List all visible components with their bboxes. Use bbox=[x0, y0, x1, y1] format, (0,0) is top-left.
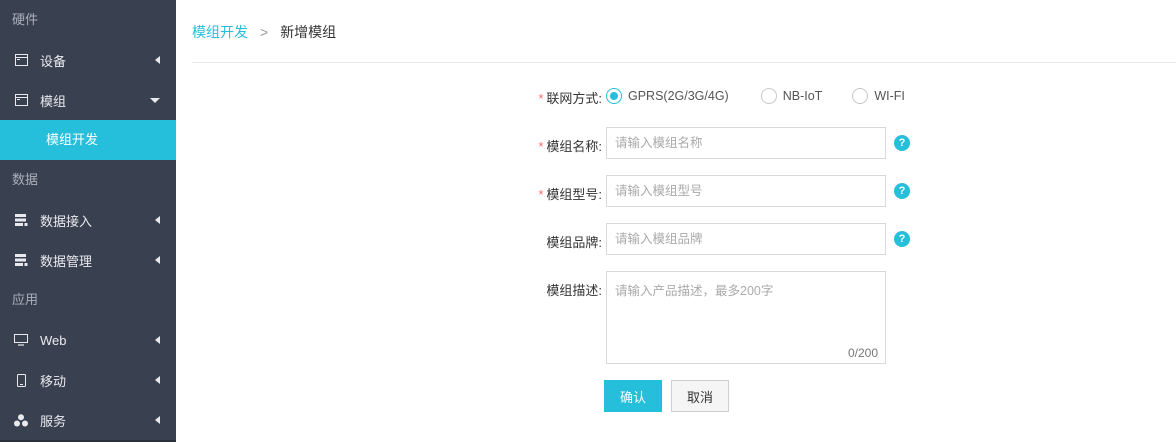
sidebar-item-label: Web bbox=[40, 332, 67, 348]
required-mark: * bbox=[538, 187, 544, 202]
radio-gprs-label: GPRS(2G/3G/4G) bbox=[628, 89, 729, 103]
sidebar-item-label: 移动 bbox=[40, 373, 67, 389]
description-label: 模组描述: bbox=[492, 280, 602, 299]
network-label: * 联网方式: bbox=[492, 88, 602, 107]
chevron-left-icon bbox=[155, 416, 160, 424]
sidebar-section-app: 应用 bbox=[12, 292, 39, 307]
radio-unchecked-icon bbox=[760, 88, 777, 104]
required-mark: * bbox=[538, 91, 544, 106]
module-model-input[interactable] bbox=[606, 175, 886, 207]
char-counter: 0/200 bbox=[848, 346, 879, 360]
mobile-icon bbox=[14, 373, 28, 387]
chevron-left-icon bbox=[155, 376, 160, 384]
model-label: * 模组型号: bbox=[492, 184, 602, 203]
radio-gprs[interactable]: GPRS(2G/3G/4G) bbox=[606, 88, 729, 104]
breadcrumb: 模组开发 > 新增模组 bbox=[192, 22, 336, 42]
chevron-down-icon bbox=[150, 98, 160, 103]
sidebar-item-label: 服务 bbox=[40, 413, 67, 429]
breadcrumb-separator: > bbox=[260, 24, 269, 40]
sidebar-item-web[interactable]: Web bbox=[0, 320, 176, 360]
sidebar: 硬件 设备 模组 模组开发 数据 数据接入 数据管理 应用 Web 移动 服务 bbox=[0, 0, 176, 442]
chevron-left-icon bbox=[155, 336, 160, 344]
radio-wifi-label: WI-FI bbox=[874, 89, 905, 103]
breadcrumb-parent-link[interactable]: 模组开发 bbox=[192, 22, 248, 42]
radio-checked-icon bbox=[606, 88, 622, 104]
module-name-input[interactable] bbox=[606, 127, 886, 159]
name-label: * 模组名称: bbox=[492, 136, 602, 155]
radio-wifi[interactable]: WI-FI bbox=[852, 88, 905, 104]
sidebar-section-data: 数据 bbox=[12, 172, 39, 187]
required-mark: * bbox=[538, 139, 544, 154]
sidebar-subitem-module-dev[interactable]: 模组开发 bbox=[0, 120, 176, 160]
sidebar-item-label: 设备 bbox=[40, 53, 67, 69]
sidebar-item-module[interactable]: 模组 bbox=[0, 80, 176, 120]
description-label-text: 模组描述: bbox=[546, 283, 602, 298]
header-divider bbox=[192, 62, 1176, 63]
window-icon bbox=[14, 93, 28, 107]
sidebar-item-mobile[interactable]: 移动 bbox=[0, 360, 176, 400]
chevron-left-icon bbox=[155, 56, 160, 64]
radio-nbiot-label: NB-IoT bbox=[782, 89, 823, 103]
brand-label: 模组品牌: bbox=[492, 232, 602, 251]
sidebar-item-service[interactable]: 服务 bbox=[0, 400, 176, 440]
module-brand-input[interactable] bbox=[606, 223, 886, 255]
name-label-text: 模组名称: bbox=[546, 139, 602, 154]
chevron-left-icon bbox=[155, 256, 160, 264]
breadcrumb-current: 新增模组 bbox=[280, 24, 337, 40]
chevron-left-icon bbox=[155, 216, 160, 224]
sidebar-item-data-access[interactable]: 数据接入 bbox=[0, 200, 176, 240]
radio-nbiot[interactable]: NB-IoT bbox=[760, 88, 823, 104]
database-icon bbox=[14, 253, 28, 267]
sidebar-item-data-manage[interactable]: 数据管理 bbox=[0, 240, 176, 280]
confirm-button[interactable]: 确认 bbox=[604, 380, 662, 412]
window-icon bbox=[14, 53, 28, 67]
module-description-textarea[interactable] bbox=[606, 271, 886, 364]
help-icon[interactable]: ? bbox=[894, 135, 910, 151]
brand-label-text: 模组品牌: bbox=[546, 235, 602, 250]
monitor-icon bbox=[14, 333, 28, 347]
help-icon[interactable]: ? bbox=[894, 231, 910, 247]
cancel-button[interactable]: 取消 bbox=[671, 380, 729, 412]
network-label-text: 联网方式: bbox=[546, 91, 602, 106]
database-icon bbox=[14, 213, 28, 227]
sidebar-item-device[interactable]: 设备 bbox=[0, 40, 176, 80]
sidebar-section-hardware: 硬件 bbox=[12, 12, 39, 27]
main-content: 模组开发 > 新增模组 * 联网方式: GPRS(2G/3G/4G) NB-IoT… bbox=[176, 0, 1176, 442]
sidebar-item-label: 数据管理 bbox=[40, 253, 93, 269]
cluster-icon bbox=[14, 413, 28, 427]
network-radio-group: GPRS(2G/3G/4G) NB-IoT WI-FI bbox=[606, 88, 929, 104]
sidebar-item-label: 模组 bbox=[40, 93, 67, 109]
radio-unchecked-icon bbox=[852, 88, 869, 104]
sidebar-item-label: 数据接入 bbox=[40, 213, 93, 229]
help-icon[interactable]: ? bbox=[894, 183, 910, 199]
model-label-text: 模组型号: bbox=[546, 187, 602, 202]
